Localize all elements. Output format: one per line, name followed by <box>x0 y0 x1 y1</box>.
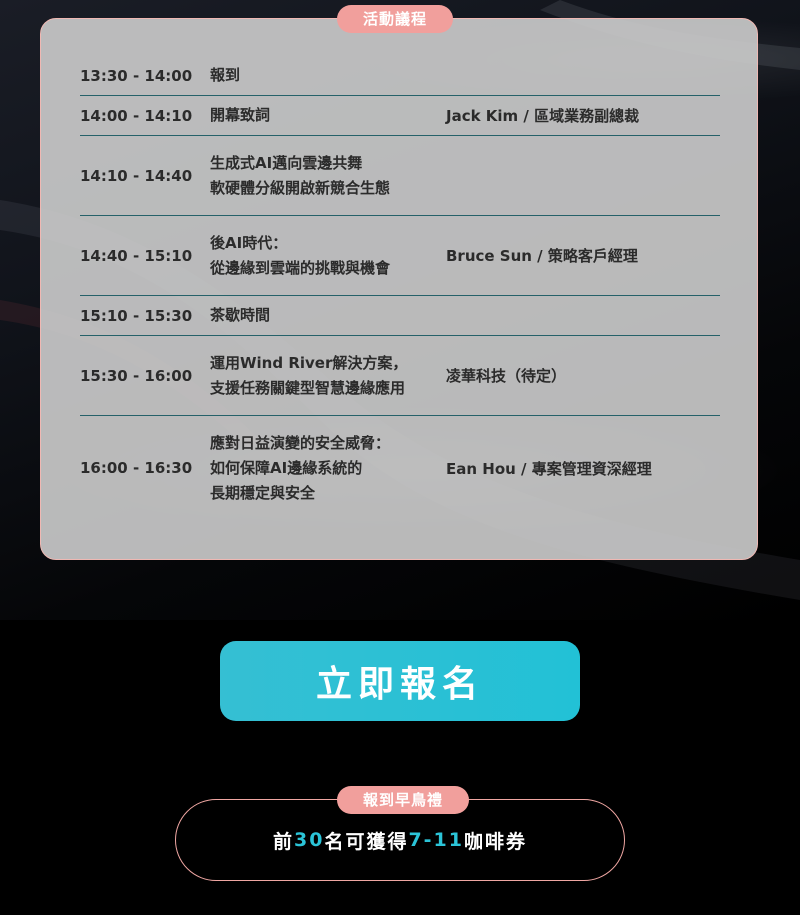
agenda-time: 15:30 - 16:00 <box>80 366 193 385</box>
agenda-time: 15:10 - 15:30 <box>80 306 193 325</box>
gift-text-prefix: 前 <box>272 830 294 853</box>
agenda-topic-line: 茶歇時間 <box>210 306 271 324</box>
agenda-topic: 開幕致詞 <box>210 103 446 128</box>
agenda-topic: 生成式AI邁向雲邊共舞 軟硬體分級開啟新競合生態 <box>210 151 446 201</box>
agenda-speaker: Bruce Sun / 策略客戶經理 <box>446 247 638 265</box>
agenda-topic-line: 長期穩定與安全 <box>210 483 316 502</box>
gift-count: 30 <box>293 829 325 851</box>
agenda-time: 14:00 - 14:10 <box>80 106 193 125</box>
early-bird-gift-badge: 報到早鳥禮 <box>337 786 470 814</box>
agenda-topic-line: 應對日益演變的安全威脅： <box>210 433 391 452</box>
agenda-speaker: Jack Kim / 區域業務副總裁 <box>446 107 640 125</box>
agenda-title-badge: 活動議程 <box>337 5 454 33</box>
gift-text-suffix: 咖啡券 <box>464 830 528 853</box>
agenda-topic: 茶歇時間 <box>210 303 446 328</box>
agenda-time: 16:00 - 16:30 <box>80 459 193 477</box>
agenda-topic: 報到 <box>210 63 446 88</box>
agenda-topic: 運用Wind River解決方案， 支援任務關鍵型智慧邊緣應用 <box>210 351 446 401</box>
agenda-time: 14:10 - 14:40 <box>80 166 193 185</box>
agenda-topic-line: 開幕致詞 <box>210 106 271 124</box>
agenda-topic-line: 從邊緣到雲端的挑戰與機會 <box>210 258 391 277</box>
agenda-speaker: Ean Hou / 專案管理資深經理 <box>446 459 652 478</box>
agenda-topic-line: 運用Wind River解決方案， <box>210 353 408 372</box>
agenda-row: 15:30 - 16:00 運用Wind River解決方案， 支援任務關鍵型智… <box>80 336 720 416</box>
agenda-table: 13:30 - 14:00 報到 14:00 - 14:10 開幕致詞 Jack… <box>80 56 720 520</box>
agenda-row: 16:00 - 16:30 應對日益演變的安全威脅： 如何保障AI邊緣系統的 長… <box>80 416 720 520</box>
agenda-speaker: 凌華科技（待定） <box>446 367 567 385</box>
agenda-topic: 應對日益演變的安全威脅： 如何保障AI邊緣系統的 長期穩定與安全 <box>210 431 446 506</box>
agenda-row: 14:10 - 14:40 生成式AI邁向雲邊共舞 軟硬體分級開啟新競合生態 <box>80 136 720 216</box>
agenda-topic-line: 後AI時代： <box>210 233 288 252</box>
gift-text-mid: 名可獲得 <box>324 830 409 853</box>
agenda-topic: 後AI時代： 從邊緣到雲端的挑戰與機會 <box>210 231 446 281</box>
agenda-row: 13:30 - 14:00 報到 <box>80 56 720 96</box>
gift-item: 7-11 <box>408 829 464 851</box>
register-now-button[interactable]: 立即報名 <box>220 641 580 721</box>
agenda-topic-line: 支援任務關鍵型智慧邊緣應用 <box>210 378 406 397</box>
agenda-row: 15:10 - 15:30 茶歇時間 <box>80 296 720 336</box>
agenda-topic-line: 如何保障AI邊緣系統的 <box>210 458 363 477</box>
agenda-row: 14:40 - 15:10 後AI時代： 從邊緣到雲端的挑戰與機會 Bruce … <box>80 216 720 296</box>
agenda-time: 14:40 - 15:10 <box>80 246 193 265</box>
agenda-topic-line: 報到 <box>210 66 241 84</box>
agenda-row: 14:00 - 14:10 開幕致詞 Jack Kim / 區域業務副總裁 <box>80 96 720 136</box>
agenda-topic-line: 軟硬體分級開啟新競合生態 <box>210 178 391 197</box>
agenda-time: 13:30 - 14:00 <box>80 66 193 85</box>
agenda-topic-line: 生成式AI邁向雲邊共舞 <box>210 153 363 172</box>
